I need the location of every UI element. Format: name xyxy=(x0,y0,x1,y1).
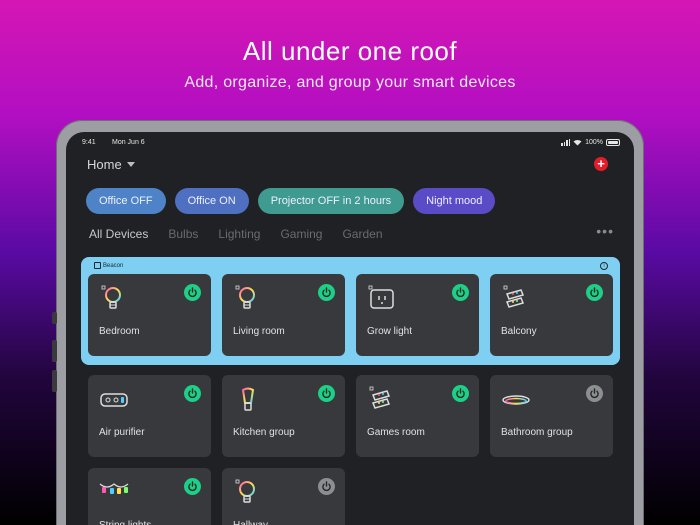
power-icon xyxy=(322,388,331,399)
scene-chips: Office OFF Office ON Projector OFF in 2 … xyxy=(86,188,496,214)
power-icon xyxy=(456,388,465,399)
device-card[interactable]: Bathroom group xyxy=(490,375,613,457)
device-label: Balcony xyxy=(501,326,537,337)
scene-label: Office ON xyxy=(187,195,236,207)
device-label: Air purifier xyxy=(99,427,145,438)
battery-percent: 100% xyxy=(585,139,603,146)
scene-label: Projector OFF in 2 hours xyxy=(270,195,392,207)
power-toggle-button[interactable] xyxy=(318,385,335,402)
tab-bulbs[interactable]: Bulbs xyxy=(168,227,198,241)
tab-garden[interactable]: Garden xyxy=(342,227,382,241)
subheadline: Add, organize, and group your smart devi… xyxy=(184,74,516,91)
power-toggle-button[interactable] xyxy=(318,478,335,495)
power-icon xyxy=(188,388,197,399)
power-toggle-button[interactable] xyxy=(318,284,335,301)
group-icon xyxy=(94,262,101,269)
device-label: String lights xyxy=(99,520,151,525)
power-icon xyxy=(322,481,331,492)
bulb-icon xyxy=(233,478,263,508)
power-icon xyxy=(188,481,197,492)
device-card[interactable]: String lights xyxy=(88,468,211,525)
scene-label: Night mood xyxy=(426,195,483,207)
device-card[interactable]: Living room xyxy=(222,274,345,356)
device-label: Living room xyxy=(233,326,285,337)
headline: All under one roof xyxy=(242,36,458,66)
volume-button xyxy=(52,340,57,362)
scene-label: Office OFF xyxy=(99,195,153,207)
app-screen: 9:41 Mon Jun 6 100% Home + Office OFF Of… xyxy=(66,132,634,525)
bulb-icon xyxy=(99,284,129,314)
power-toggle-button[interactable] xyxy=(184,478,201,495)
device-card[interactable]: Games room xyxy=(356,375,479,457)
info-icon[interactable]: i xyxy=(600,262,608,270)
bulb-icon xyxy=(233,284,263,314)
power-toggle-button[interactable] xyxy=(586,284,603,301)
signal-icon xyxy=(561,139,571,146)
device-label: Bedroom xyxy=(99,326,140,337)
device-card[interactable]: Balcony xyxy=(490,274,613,356)
lightstrip-icon xyxy=(367,385,397,415)
device-label: Games room xyxy=(367,427,425,438)
category-tabs: All Devices Bulbs Lighting Gaming Garden… xyxy=(89,223,614,241)
scene-chip[interactable]: Projector OFF in 2 hours xyxy=(257,188,405,214)
device-label: Grow light xyxy=(367,326,413,337)
device-label: Kitchen group xyxy=(233,427,295,438)
power-icon xyxy=(590,388,599,399)
air-purifier-icon xyxy=(99,385,129,415)
device-label: Hallway xyxy=(233,520,268,525)
home-selector[interactable]: Home xyxy=(87,157,135,172)
plug-icon xyxy=(367,284,397,314)
device-card[interactable]: Hallway xyxy=(222,468,345,525)
device-card[interactable]: Air purifier xyxy=(88,375,211,457)
power-icon xyxy=(456,287,465,298)
tab-all-devices[interactable]: All Devices xyxy=(89,227,148,241)
wifi-icon xyxy=(573,139,582,146)
volume-button xyxy=(52,370,57,392)
status-date: Mon Jun 6 xyxy=(112,139,145,146)
add-button[interactable]: + xyxy=(594,157,608,171)
power-toggle-button[interactable] xyxy=(452,284,469,301)
status-time: 9:41 xyxy=(82,139,96,146)
scene-chip[interactable]: Night mood xyxy=(413,188,496,214)
tab-gaming[interactable]: Gaming xyxy=(280,227,322,241)
ring-light-icon xyxy=(501,385,531,415)
home-title: Home xyxy=(87,157,122,172)
status-bar: 9:41 Mon Jun 6 100% xyxy=(82,139,620,149)
power-toggle-button[interactable] xyxy=(586,385,603,402)
power-icon xyxy=(322,287,331,298)
lightstrip-icon xyxy=(501,284,531,314)
device-card[interactable]: Bedroom xyxy=(88,274,211,356)
device-label: Bathroom group xyxy=(501,427,573,438)
scene-chip[interactable]: Office OFF xyxy=(86,188,166,214)
device-card[interactable]: Grow light xyxy=(356,274,479,356)
group-name: Beacon xyxy=(103,262,124,269)
plus-icon: + xyxy=(597,156,605,171)
tab-lighting[interactable]: Lighting xyxy=(218,227,260,241)
chevron-down-icon xyxy=(126,162,135,167)
power-icon xyxy=(590,287,599,298)
string-lights-icon xyxy=(99,478,129,508)
battery-icon xyxy=(606,139,620,146)
scene-chip[interactable]: Office ON xyxy=(174,188,249,214)
group-header: Beacon xyxy=(94,262,123,269)
power-toggle-button[interactable] xyxy=(452,385,469,402)
filament-bulb-icon xyxy=(233,385,263,415)
power-toggle-button[interactable] xyxy=(184,284,201,301)
device-card[interactable]: Kitchen group xyxy=(222,375,345,457)
power-icon xyxy=(188,287,197,298)
volume-button xyxy=(52,312,57,324)
more-icon[interactable]: ••• xyxy=(596,223,614,239)
power-toggle-button[interactable] xyxy=(184,385,201,402)
